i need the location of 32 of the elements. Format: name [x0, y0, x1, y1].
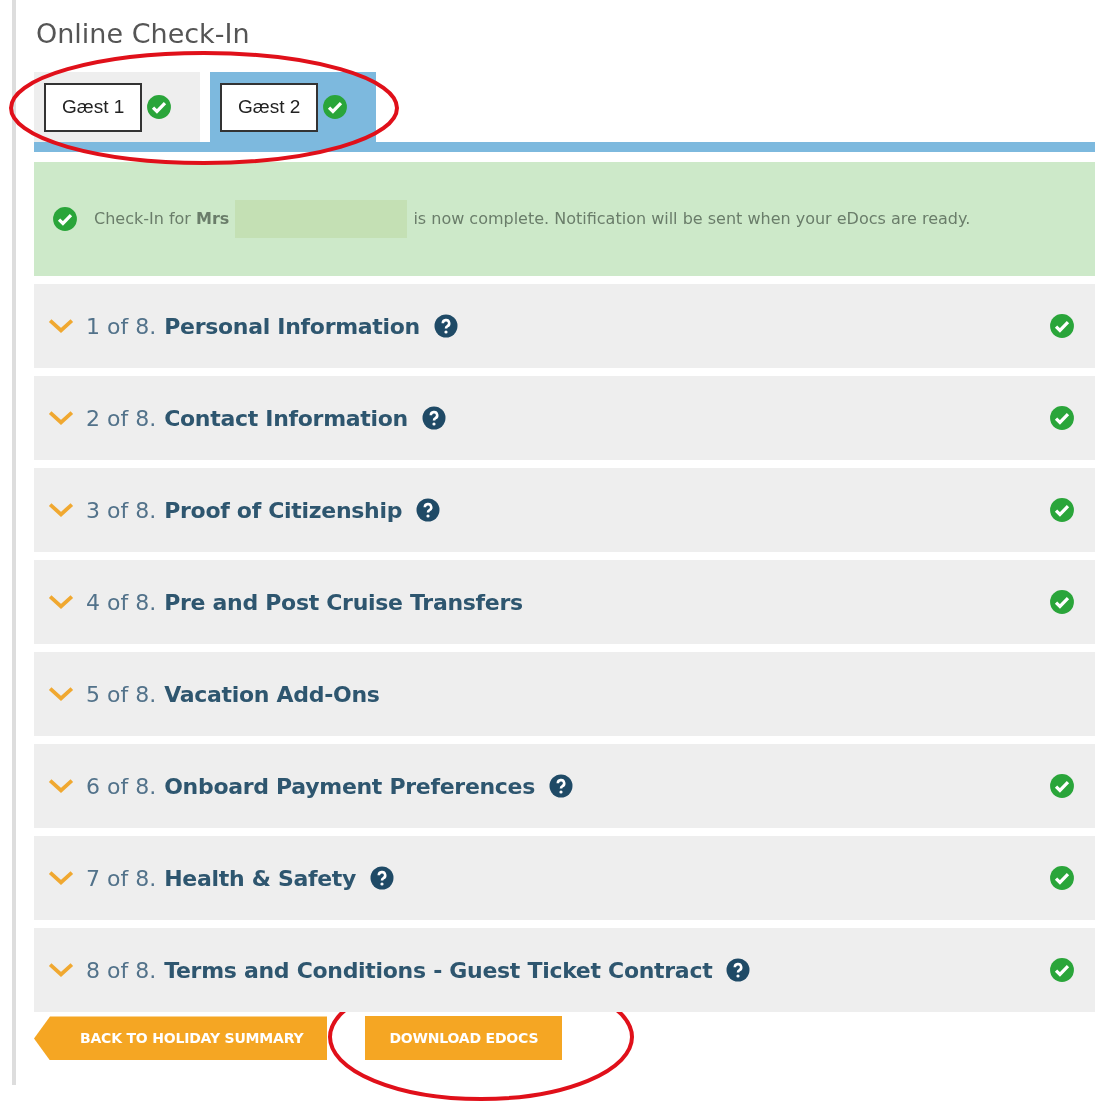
step-number: 2 of 8.	[86, 404, 157, 433]
step-number: 7 of 8.	[86, 864, 157, 893]
accordion-section[interactable]: 4 of 8. Pre and Post Cruise Transfers	[34, 560, 1095, 645]
step-number: 6 of 8.	[86, 772, 157, 801]
section-title: Contact Information	[164, 404, 408, 433]
accordion-section[interactable]: 1 of 8. Personal Information	[34, 284, 1095, 369]
accordion-section[interactable]: 7 of 8. Health & Safety	[34, 836, 1095, 921]
accordion-section[interactable]: 5 of 8. Vacation Add-Ons	[34, 652, 1095, 737]
section-title: Pre and Post Cruise Transfers	[164, 588, 523, 617]
step-number: 1 of 8.	[86, 312, 157, 341]
alert-text: is now complete. Notification will be sent when your eDocs are ready.	[413, 208, 971, 231]
accordion-section[interactable]: 3 of 8. Proof of Citizenship	[34, 468, 1095, 553]
step-number: 3 of 8.	[86, 496, 157, 525]
alert-text: Check-In for Mrs	[94, 208, 230, 231]
accordion-section[interactable]: 8 of 8. Terms and Conditions - Guest Ticket Contract	[34, 928, 1095, 1013]
accordion-section[interactable]: 2 of 8. Contact Information	[34, 376, 1095, 461]
section-title: Onboard Payment Preferences	[164, 772, 536, 801]
section-title: Vacation Add-Ons	[164, 680, 380, 709]
page-title: Online Check-In	[36, 18, 251, 51]
section-title: Proof of Citizenship	[164, 496, 403, 525]
step-number: 4 of 8.	[86, 588, 157, 617]
check-icon	[52, 206, 78, 233]
section-title: Terms and Conditions - Guest Ticket Contract	[164, 956, 713, 985]
step-number: 5 of 8.	[86, 680, 157, 709]
accordion-section[interactable]: 6 of 8. Onboard Payment Preferences	[34, 744, 1095, 829]
section-title: Health & Safety	[164, 864, 357, 893]
guest-tab[interactable]: Gæst 2	[210, 72, 376, 143]
guest-label: Gæst 1	[44, 83, 143, 132]
step-number: 8 of 8.	[86, 956, 157, 985]
section-title: Personal Information	[164, 312, 420, 341]
guest-label: Gæst 2	[220, 83, 319, 132]
guest-tab[interactable]: Gæst 1	[34, 72, 200, 143]
